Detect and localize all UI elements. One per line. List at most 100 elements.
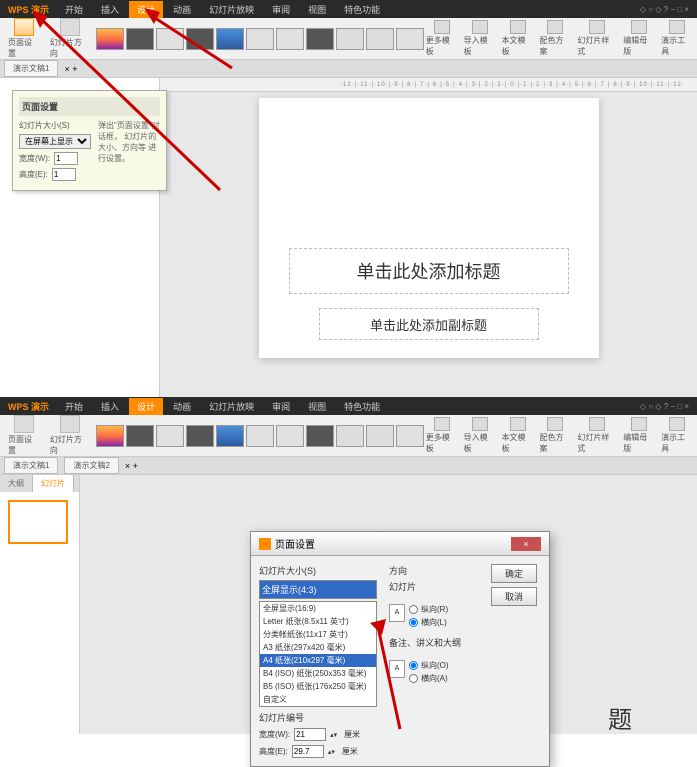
tools-icon xyxy=(669,20,685,34)
theme-thumb[interactable] xyxy=(96,425,124,447)
theme-thumb[interactable] xyxy=(366,28,394,50)
orient-label: 幻灯片方向 xyxy=(50,434,90,456)
tab-insert[interactable]: 插入 xyxy=(93,398,127,415)
app-logo: WPS 演示 xyxy=(8,400,49,413)
theme-thumb[interactable] xyxy=(306,425,334,447)
list-item[interactable]: Letter 纸张(8.5x11 英寸) xyxy=(260,615,376,628)
tab-slideshow[interactable]: 幻灯片放映 xyxy=(201,398,262,415)
dialog-close-button[interactable]: × xyxy=(511,537,541,551)
titlebar-2: WPS 演示 开始 插入 设计 动画 幻灯片放映 审阅 视图 特色功能 ◇ ○ … xyxy=(0,397,697,415)
dialog-buttons: 确定 取消 xyxy=(491,564,541,758)
edit-master-btn[interactable]: 编辑母版 xyxy=(623,417,655,454)
tab-review[interactable]: 审阅 xyxy=(264,1,298,18)
theme-thumb[interactable] xyxy=(246,425,274,447)
tab-features[interactable]: 特色功能 xyxy=(336,398,388,415)
templates-icon xyxy=(434,417,450,431)
color-icon xyxy=(547,417,563,431)
theme-thumb[interactable] xyxy=(156,425,184,447)
tab-anim[interactable]: 动画 xyxy=(165,398,199,415)
slide[interactable]: 单击此处添加标题 单击此处添加副标题 xyxy=(259,98,599,358)
import-template-btn[interactable]: 导入模板 xyxy=(464,417,496,454)
ribbon-2: 页面设置 幻灯片方向 更多模板 导入模板 本文模板 配色方案 幻灯片样式 编辑母… xyxy=(0,415,697,457)
side-tabs: 大纲 幻灯片 xyxy=(0,475,79,492)
tab-start[interactable]: 开始 xyxy=(57,398,91,415)
tab-view[interactable]: 视图 xyxy=(300,398,334,415)
this-template-btn[interactable]: 本文模板 xyxy=(502,20,534,57)
theme-thumb[interactable] xyxy=(336,28,364,50)
cancel-button[interactable]: 取消 xyxy=(491,587,537,606)
slide-section-label: 幻灯片 xyxy=(389,580,479,593)
list-item[interactable]: 分类帐纸张(11x17 英寸) xyxy=(260,628,376,641)
style-icon xyxy=(589,417,605,431)
color-scheme-btn[interactable]: 配色方案 xyxy=(539,417,571,454)
theme-thumb[interactable] xyxy=(366,425,394,447)
tab-view[interactable]: 视图 xyxy=(300,1,334,18)
present-tools-btn[interactable]: 演示工具 xyxy=(661,417,693,454)
slide-thumbnail-1[interactable] xyxy=(8,500,68,544)
theme-thumb[interactable] xyxy=(216,425,244,447)
page-setup-icon xyxy=(14,415,34,433)
edit-master-btn[interactable]: 编辑母版 xyxy=(623,20,655,57)
slide-title-partial: 题 xyxy=(608,700,632,735)
theme-thumbs xyxy=(96,425,424,447)
import-icon xyxy=(472,417,488,431)
subtitle-placeholder[interactable]: 单击此处添加副标题 xyxy=(319,308,539,340)
list-item[interactable]: B5 (ISO) 纸张(176x250 毫米) xyxy=(260,680,376,693)
orient-label: 方向 xyxy=(389,564,479,577)
theme-thumb[interactable] xyxy=(336,425,364,447)
this-template-btn[interactable]: 本文模板 xyxy=(502,417,534,454)
present-tools-btn[interactable]: 演示工具 xyxy=(661,20,693,57)
master-icon xyxy=(631,20,647,34)
slide-style-btn[interactable]: 幻灯片样式 xyxy=(577,417,617,454)
list-item[interactable]: 全屏显示(16:9) xyxy=(260,602,376,615)
slide-style-btn[interactable]: 幻灯片样式 xyxy=(577,20,617,57)
slide-orient-button[interactable]: 幻灯片方向 xyxy=(46,413,94,458)
templates-icon xyxy=(434,20,450,34)
size-dropdown-selected[interactable]: 全屏显示(4:3) xyxy=(259,580,377,599)
theme-thumb[interactable] xyxy=(396,28,424,50)
annotation-arrow-3 xyxy=(370,619,430,744)
tab-review[interactable]: 审阅 xyxy=(264,398,298,415)
dialog-icon xyxy=(259,538,271,550)
list-item[interactable]: 自定义 xyxy=(260,693,376,706)
list-item-a4[interactable]: A4 纸张(210x297 毫米) xyxy=(260,654,376,667)
sidebar-2: 大纲 幻灯片 xyxy=(0,475,80,734)
theme-thumb[interactable] xyxy=(276,425,304,447)
dialog-left: 幻灯片大小(S) 全屏显示(4:3) 全屏显示(16:9) Letter 纸张(… xyxy=(259,564,377,758)
this-icon xyxy=(510,417,526,431)
window-controls[interactable]: ◇ ○ ◇ ? − □ × xyxy=(640,5,689,14)
theme-thumb[interactable] xyxy=(276,28,304,50)
tab-design[interactable]: 设计 xyxy=(129,398,163,415)
doc-tab-2[interactable]: 演示文稿2 xyxy=(64,457,118,474)
list-item[interactable]: A3 纸张(297x420 毫米) xyxy=(260,641,376,654)
dlg-width-input[interactable] xyxy=(294,728,326,741)
theme-thumb[interactable] xyxy=(246,28,274,50)
orient-icon xyxy=(60,415,80,433)
color-scheme-btn[interactable]: 配色方案 xyxy=(539,20,571,57)
tab-features[interactable]: 特色功能 xyxy=(336,1,388,18)
ok-button[interactable]: 确定 xyxy=(491,564,537,583)
dialog-title-text: 页面设置 xyxy=(275,536,315,551)
dialog-titlebar[interactable]: 页面设置 × xyxy=(251,532,549,556)
theme-thumb[interactable] xyxy=(126,425,154,447)
dlg-width-label: 宽度(W): xyxy=(259,729,290,740)
title-placeholder[interactable]: 单击此处添加标题 xyxy=(289,248,569,294)
theme-thumb[interactable] xyxy=(186,425,214,447)
page-setup-button[interactable]: 页面设置 xyxy=(4,413,44,458)
window-controls[interactable]: ◇ ○ ◇ ? − □ × xyxy=(640,402,689,411)
import-template-btn[interactable]: 导入模板 xyxy=(464,20,496,57)
doc-tab-1[interactable]: 演示文稿1 xyxy=(4,457,58,474)
doc-tabs-2: 演示文稿1 演示文稿2 × + xyxy=(0,457,697,475)
more-templates-btn[interactable]: 更多模板 xyxy=(426,417,458,454)
dlg-height-input[interactable] xyxy=(292,745,324,758)
side-tab-slides[interactable]: 幻灯片 xyxy=(33,475,74,492)
radio-portrait[interactable]: 纵向(R) xyxy=(409,604,448,615)
side-tab-outline[interactable]: 大纲 xyxy=(0,475,33,492)
more-templates-btn[interactable]: 更多模板 xyxy=(426,20,458,57)
master-icon xyxy=(631,417,647,431)
theme-thumb[interactable] xyxy=(306,28,334,50)
annotation-arrow-2 xyxy=(142,8,242,83)
add-tab[interactable]: × + xyxy=(125,461,138,471)
theme-thumb[interactable] xyxy=(396,425,424,447)
list-item[interactable]: B4 (ISO) 纸张(250x353 毫米) xyxy=(260,667,376,680)
